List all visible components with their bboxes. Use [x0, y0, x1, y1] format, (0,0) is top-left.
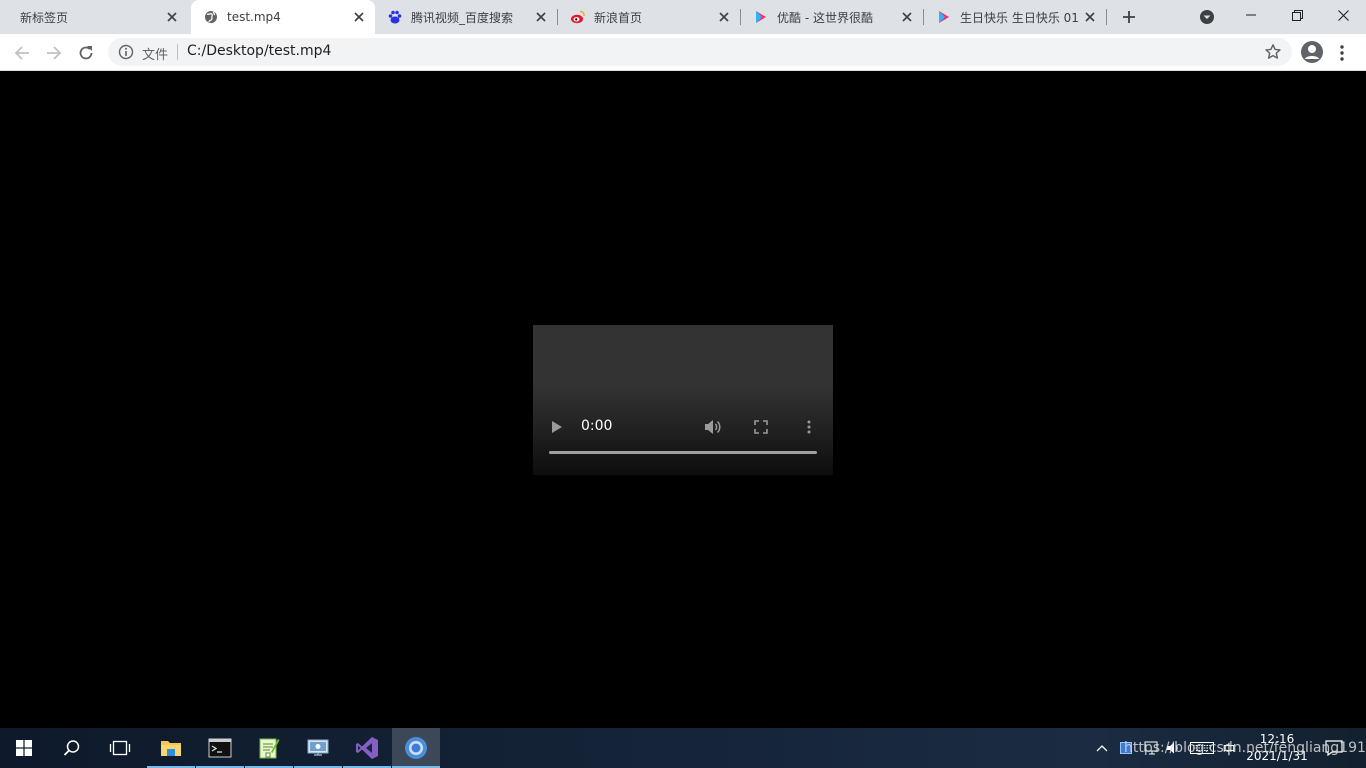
tab-title: 腾讯视频_百度搜索: [411, 10, 514, 25]
tab-baidu-search[interactable]: 腾讯视频_百度搜索: [375, 0, 557, 34]
browser-toolbar: 文件 C:/Desktop/test.mp4: [0, 34, 1366, 71]
restore-button[interactable]: [1274, 0, 1320, 30]
tab-title: 新浪首页: [594, 10, 643, 25]
task-view-icon[interactable]: [96, 728, 144, 768]
tab-search-button[interactable]: [1198, 8, 1216, 26]
tab-birthday-song[interactable]: 生日快乐 生日快乐 01: [924, 0, 1106, 34]
tab-title: 优酷 - 这世界很酷: [777, 10, 873, 25]
address-bar[interactable]: 文件 C:/Desktop/test.mp4: [108, 38, 1292, 66]
youku-icon: [753, 9, 769, 25]
file-explorer-icon[interactable]: [147, 728, 195, 768]
baidu-paw-icon: [387, 9, 403, 25]
divider: [177, 44, 178, 60]
weibo-icon: [570, 9, 586, 25]
page-content: 0:00: [0, 71, 1366, 728]
close-icon[interactable]: [1082, 9, 1098, 25]
video-player[interactable]: 0:00: [533, 325, 833, 475]
visual-studio-icon[interactable]: [343, 728, 391, 768]
more-menu-icon[interactable]: [1334, 41, 1350, 65]
bookmark-star-icon[interactable]: [1264, 43, 1282, 61]
search-icon[interactable]: [48, 728, 96, 768]
windows-taskbar: 中 12:16 2021/1/31 https://blog.csdn.net/…: [0, 728, 1366, 768]
info-icon[interactable]: [118, 44, 134, 60]
tab-strip: 新标签页 test.mp4 腾讯视频_百度搜索 新浪首页 优酷 - 这世界很酷 …: [0, 0, 1366, 34]
url-text[interactable]: C:/Desktop/test.mp4: [187, 43, 331, 59]
tab-separator: [1106, 9, 1107, 25]
close-icon[interactable]: [164, 9, 180, 25]
close-icon[interactable]: [533, 9, 549, 25]
watermark-text: https://blog.csdn.net/fengliang191: [1124, 740, 1366, 756]
current-time: 0:00: [581, 418, 613, 434]
close-icon[interactable]: [899, 9, 915, 25]
close-icon[interactable]: [716, 9, 732, 25]
minimize-button[interactable]: [1228, 0, 1274, 30]
tab-title: 新标签页: [20, 10, 69, 25]
back-button[interactable]: [10, 41, 34, 65]
forward-button[interactable]: [42, 41, 66, 65]
volume-button[interactable]: [703, 417, 723, 437]
chrome-icon[interactable]: [392, 728, 440, 768]
tab-youku[interactable]: 优酷 - 这世界很酷: [741, 0, 923, 34]
globe-icon: [203, 9, 219, 25]
tab-new-tab[interactable]: 新标签页: [8, 0, 188, 34]
tab-title: test.mp4: [227, 10, 281, 24]
profile-avatar-icon[interactable]: [1300, 40, 1324, 64]
youku-icon: [936, 9, 952, 25]
terminal-icon[interactable]: [196, 728, 244, 768]
close-window-button[interactable]: [1320, 0, 1366, 30]
tab-title: 生日快乐 生日快乐 01: [960, 10, 1078, 25]
show-hidden-icons-button[interactable]: [1092, 728, 1112, 768]
new-tab-button[interactable]: [1119, 7, 1139, 27]
close-icon[interactable]: [351, 9, 367, 25]
remote-desktop-icon[interactable]: [294, 728, 342, 768]
scheme-label: 文件: [142, 48, 169, 63]
notepad-plus-icon[interactable]: [245, 728, 293, 768]
tab-test-mp4[interactable]: test.mp4: [191, 0, 375, 34]
reload-button[interactable]: [74, 41, 98, 65]
play-button[interactable]: [547, 417, 567, 437]
fullscreen-button[interactable]: [751, 417, 771, 437]
tab-sina-home[interactable]: 新浪首页: [558, 0, 740, 34]
seek-bar[interactable]: [549, 451, 817, 454]
start-icon[interactable]: [0, 728, 48, 768]
video-options-icon[interactable]: [799, 417, 819, 437]
